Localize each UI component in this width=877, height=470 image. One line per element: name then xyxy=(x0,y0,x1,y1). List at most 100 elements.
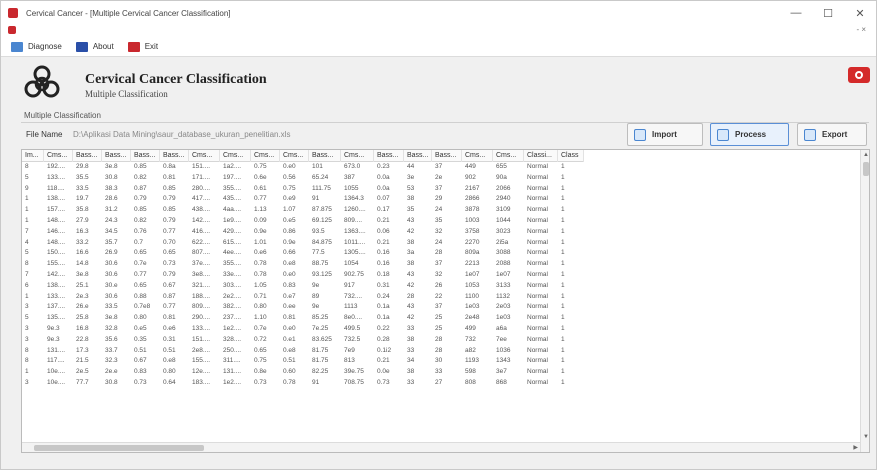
table-row[interactable]: 8 192.... 29.8 3e.8 0.85 0.8a 151.... 1a2.... 0.… xyxy=(22,162,584,173)
table-cell: Normal xyxy=(527,238,548,246)
table-cell: 10e.... xyxy=(47,368,66,376)
menu-exit[interactable]: Exit xyxy=(127,41,158,52)
table-cell: 0.0e xyxy=(377,368,390,376)
column-header[interactable]: Bass... xyxy=(309,150,341,162)
data-table[interactable]: Im... Cms... Bass... Bass... Bass... Bass... C… xyxy=(21,149,870,453)
column-header[interactable]: Bass... xyxy=(131,150,160,162)
table-row[interactable]: 1 157.... 35.8 31.2 0.85 0.85 438.... 4aa.... 1.… xyxy=(22,205,584,216)
column-header[interactable]: Cms... xyxy=(251,150,280,162)
column-header[interactable]: Cms... xyxy=(341,150,374,162)
table-cell: 21.5 xyxy=(76,357,89,365)
table-cell: Normal xyxy=(527,357,548,365)
vertical-scrollbar[interactable]: ▲ ▼ xyxy=(860,150,869,452)
table-cell: 0.e6 xyxy=(163,324,176,332)
table-row[interactable]: 3 137.... 26.e 33.5 0.7e8 0.77 809.... 382.... 0… xyxy=(22,302,584,313)
table-cell: 237.... xyxy=(223,314,242,322)
table-cell: 101 xyxy=(312,163,323,170)
column-header[interactable]: Cms... xyxy=(493,150,524,162)
table-cell: 33e.... xyxy=(223,270,242,278)
table-cell: 3109 xyxy=(496,206,511,214)
table-cell: 0.70 xyxy=(163,238,176,246)
table-cell: 673.0 xyxy=(344,163,361,170)
table-cell: 1e2.... xyxy=(223,378,242,386)
maximize-button[interactable]: ☐ xyxy=(812,1,844,25)
table-row[interactable]: 3 9e.3 16.8 32.8 0.e5 0.e6 133.... 1e2.... 0.7e 0… xyxy=(22,324,584,335)
table-cell: Normal xyxy=(527,249,548,257)
column-header[interactable]: Cms... xyxy=(280,150,309,162)
column-header[interactable]: Bass... xyxy=(160,150,189,162)
process-button[interactable]: Process xyxy=(710,123,789,146)
table-cell: 1 xyxy=(561,260,565,268)
table-cell: Normal xyxy=(527,206,548,214)
table-row[interactable]: 3 10e.... 77.7 30.8 0.73 0.64 183.... 1e2.... 0.… xyxy=(22,378,584,389)
table-cell: 2167 xyxy=(465,184,480,192)
table-cell: 0.80 xyxy=(134,314,147,322)
table-row[interactable]: 7 146.... 16.3 34.5 0.76 0.77 416.... 429.... 0.… xyxy=(22,227,584,238)
export-button[interactable]: Export xyxy=(797,123,867,146)
about-icon xyxy=(75,41,88,52)
table-cell: 0.1a xyxy=(377,303,390,311)
table-cell: 7ee xyxy=(496,335,507,343)
scroll-right-icon[interactable]: ▶ xyxy=(853,444,858,451)
column-header[interactable]: Cms... xyxy=(44,150,73,162)
table-row[interactable]: 1 10e.... 2e.5 2e.e 0.83 0.80 12e.... 131.... 0.… xyxy=(22,367,584,378)
scroll-down-icon[interactable]: ▼ xyxy=(863,434,869,440)
close-button[interactable]: ✕ xyxy=(844,1,876,25)
table-cell: 35.7 xyxy=(105,238,118,246)
column-header[interactable]: Cms... xyxy=(462,150,493,162)
import-button[interactable]: Import xyxy=(627,123,703,146)
power-off-button[interactable] xyxy=(848,67,870,83)
column-header[interactable]: Bass... xyxy=(432,150,462,162)
table-row[interactable]: 5 133.... 35.5 30.8 0.82 0.81 171.... 197.... 0.… xyxy=(22,173,584,184)
mdi-window-controls[interactable]: - × xyxy=(856,25,866,34)
table-cell: 303.... xyxy=(223,281,242,289)
menu-diagnose[interactable]: Diagnose xyxy=(11,41,62,52)
column-header[interactable]: Bass... xyxy=(73,150,102,162)
column-header[interactable]: Cms... xyxy=(220,150,251,162)
column-header[interactable]: Bass... xyxy=(102,150,131,162)
scroll-up-icon[interactable]: ▲ xyxy=(863,152,869,158)
column-header[interactable]: Bass... xyxy=(404,150,432,162)
table-cell: 37 xyxy=(435,184,443,192)
table-row[interactable]: 1 148.... 27.9 24.3 0.82 0.79 142.... 1e9.... 0.… xyxy=(22,216,584,227)
page-title: Cervical Cancer Classification xyxy=(85,72,267,87)
minimize-button[interactable]: — xyxy=(780,1,812,25)
table-cell: 0.87 xyxy=(163,292,176,300)
table-cell: 142.... xyxy=(192,216,211,224)
horizontal-scroll-thumb[interactable] xyxy=(34,445,204,451)
table-cell: 0.66 xyxy=(283,249,296,257)
table-row[interactable]: 8 117.... 21.5 32.3 0.67 0.e8 155.... 311.... 0.… xyxy=(22,356,584,367)
table-cell: 1 xyxy=(561,163,565,170)
table-row[interactable]: 6 138.... 25.1 30.e 0.65 0.67 321.... 303.... 1.… xyxy=(22,281,584,292)
table-row[interactable]: 7 142.... 3e.8 30.6 0.77 0.79 3e8.... 33e.... 0.… xyxy=(22,270,584,281)
table-row[interactable]: 1 133.... 2e.3 30.6 0.88 0.87 188.... 2e2.... 0.… xyxy=(22,292,584,303)
table-cell: 151.... xyxy=(192,163,211,170)
column-header[interactable]: Classi... xyxy=(524,150,558,162)
table-row[interactable]: 9 118.... 33.5 38.3 0.87 0.85 280.... 355.... 0.… xyxy=(22,184,584,195)
column-header[interactable]: Im... xyxy=(22,150,44,162)
menu-about[interactable]: About xyxy=(75,41,114,52)
table-cell: 0.77 xyxy=(163,303,176,311)
table-row[interactable]: 4 148.... 33.2 35.7 0.7 0.70 622.... 615.... 1.0… xyxy=(22,238,584,249)
vertical-scroll-thumb[interactable] xyxy=(863,162,869,176)
table-cell: 148.... xyxy=(47,238,66,246)
table-row[interactable]: 5 150.... 16.6 26.9 0.65 0.65 807.... 4ee.... 0.… xyxy=(22,248,584,259)
horizontal-scrollbar[interactable]: ▶ xyxy=(22,442,860,452)
table-row[interactable]: 1 138.... 19.7 28.6 0.79 0.79 417.... 435.... 0.… xyxy=(22,194,584,205)
column-header[interactable]: Cms... xyxy=(189,150,220,162)
table-cell: 27 xyxy=(435,378,443,386)
table-row[interactable]: 8 155.... 14.8 30.6 0.7e 0.73 37e.... 355.... 0.… xyxy=(22,259,584,270)
table-row[interactable]: 3 9e.3 22.8 35.6 0.35 0.31 151.... 328.... 0.72 0… xyxy=(22,335,584,346)
column-header[interactable]: Class xyxy=(558,150,584,162)
column-header[interactable]: Bass... xyxy=(374,150,404,162)
table-cell: 29 xyxy=(435,195,443,203)
table-cell: 12e.... xyxy=(192,368,211,376)
table-cell: 0.8a xyxy=(163,163,176,170)
table-cell: Normal xyxy=(527,260,548,268)
table-row[interactable]: 8 131.... 17.3 33.7 0.51 0.51 2e8.... 250.... 0.… xyxy=(22,346,584,357)
table-cell: 435.... xyxy=(223,195,242,203)
table-cell: 0.80 xyxy=(163,368,176,376)
table-row[interactable]: 5 135.... 25.8 3e.8 0.80 0.81 290.... 237.... 1.… xyxy=(22,313,584,324)
table-cell: 0.86 xyxy=(283,227,296,235)
table-cell: 1 xyxy=(561,249,565,257)
